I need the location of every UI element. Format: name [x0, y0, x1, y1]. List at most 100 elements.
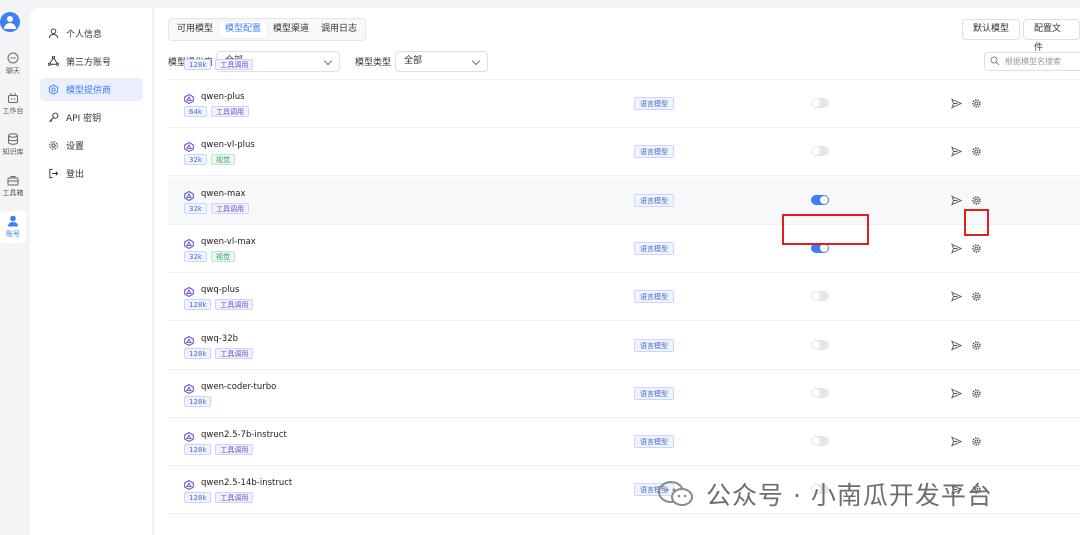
tag: 128k: [184, 59, 212, 70]
tag: 32k: [184, 250, 207, 262]
logout-icon: [49, 168, 59, 179]
tab-bar: 可用模型 模型配置 模型渠道 调用日志: [168, 18, 367, 41]
model-provider-icon: [48, 84, 59, 95]
tab-2[interactable]: 模型渠道: [267, 21, 315, 38]
model-type-badge: 语言模型: [634, 97, 674, 110]
gear-icon[interactable]: [971, 340, 982, 351]
sidebar-item-3[interactable]: API 密钥: [40, 106, 143, 129]
table-row: qwq-32b 128k 工具调用 语言模型: [168, 322, 1080, 370]
tag: 工具调用: [210, 106, 249, 117]
model-name: qwen-plus: [201, 92, 245, 102]
model-type-badge: 语言模型: [634, 435, 674, 449]
toolbox-icon: [7, 176, 19, 186]
send-icon[interactable]: [951, 291, 962, 302]
qwen-logo-icon: [184, 432, 194, 443]
qwen-logo-icon: [184, 238, 194, 249]
tag: 128k: [184, 444, 212, 456]
rail-item-2[interactable]: 知识库: [0, 133, 26, 157]
sidebar-item-0[interactable]: 个人信息: [40, 22, 143, 45]
avatar[interactable]: [0, 12, 20, 32]
model-tags: 128k 工具调用: [184, 347, 254, 359]
highlight-toggle-box: [782, 214, 869, 245]
sidebar-item-5[interactable]: 登出: [40, 162, 143, 185]
sidebar-item-label: 设置: [66, 142, 85, 152]
gear-icon[interactable]: [971, 146, 982, 157]
table-row: qwen-plus 64k 工具调用 语言模型: [168, 80, 1080, 128]
rail-item-0[interactable]: 聊天: [0, 52, 26, 76]
tag: 视觉: [210, 154, 235, 166]
enable-toggle[interactable]: [811, 387, 829, 398]
enable-toggle[interactable]: [811, 436, 829, 447]
send-icon[interactable]: [951, 388, 962, 399]
model-tags: 128k: [184, 395, 212, 407]
enable-toggle[interactable]: [811, 98, 829, 108]
model-type-badge: 语言模型: [634, 338, 674, 352]
tag: 工具调用: [215, 444, 254, 456]
gear-icon[interactable]: [971, 436, 982, 447]
model-tags: 128k 工具调用: [184, 444, 254, 456]
send-icon[interactable]: [951, 146, 962, 157]
gear-icon[interactable]: [971, 243, 982, 254]
tag: 128k: [184, 395, 212, 407]
rail-item-label: 聊天: [6, 67, 20, 75]
database-icon: [8, 133, 18, 145]
send-icon[interactable]: [951, 243, 962, 254]
tag: 32k: [184, 202, 207, 214]
rail-item-3[interactable]: 工具箱: [0, 174, 26, 198]
tag: 32k: [184, 154, 207, 166]
qwen-logo-icon: [184, 335, 194, 346]
sidebar-item-4[interactable]: 设置: [40, 134, 143, 157]
tag: 工具调用: [215, 299, 254, 311]
tag: 64k: [184, 106, 207, 117]
tag: 视觉: [210, 250, 235, 262]
model-name: qwen-vl-plus: [201, 140, 255, 151]
model-type-badge: 语言模型: [634, 193, 674, 207]
model-name: qwen-coder-turbo: [201, 381, 277, 392]
tab-1[interactable]: 模型配置: [219, 21, 268, 38]
model-tags: 128k 工具调用: [184, 492, 254, 504]
send-icon[interactable]: [951, 339, 962, 351]
gear-icon[interactable]: [971, 388, 982, 399]
enable-toggle[interactable]: [811, 339, 829, 350]
sidebar-item-label: 登出: [66, 170, 85, 180]
model-name: qwen2.5-14b-instruct: [201, 478, 293, 489]
tag: 工具调用: [215, 492, 254, 504]
model-name: qwen-max: [201, 188, 246, 199]
sidebar-item-label: 模型提供商: [66, 86, 112, 96]
tag: 工具调用: [215, 59, 254, 70]
model-name: qwen2.5-7b-instruct: [201, 430, 287, 441]
send-icon[interactable]: [951, 98, 962, 109]
sidebar-item-label: API 密钥: [66, 114, 102, 124]
sidebar-item-1[interactable]: 第三方账号: [40, 50, 143, 73]
rail-item-4[interactable]: 账号: [0, 211, 26, 243]
gear-icon[interactable]: [971, 291, 982, 302]
model-type-badge: 语言模型: [634, 386, 674, 400]
tag: 128k: [184, 347, 212, 359]
gear-icon: [49, 141, 58, 150]
sidebar-item-2[interactable]: 模型提供商: [40, 78, 143, 101]
rail-item-1[interactable]: 工作台: [0, 92, 26, 116]
watermark-text: 公众号 · 小南瓜开发平台: [706, 481, 993, 510]
key-icon: [49, 112, 59, 122]
model-name: qwen-vl-max: [201, 236, 256, 247]
rail-item-label: 工具箱: [2, 189, 24, 197]
default-model-button[interactable]: 默认模型: [962, 19, 1021, 40]
gear-icon[interactable]: [971, 98, 982, 109]
config-file-button[interactable]: 配置文件: [1023, 19, 1080, 53]
send-icon[interactable]: [951, 436, 962, 447]
tab-3[interactable]: 调用日志: [315, 21, 363, 38]
user-icon: [48, 28, 59, 39]
enable-toggle[interactable]: [811, 194, 829, 205]
tab-0[interactable]: 可用模型: [171, 21, 219, 38]
send-icon[interactable]: [951, 195, 962, 206]
settings-sidebar: 个人信息第三方账号模型提供商 API 密钥 设置登出: [30, 8, 152, 535]
model-tags: 32k 视觉: [184, 154, 235, 166]
rail-item-label: 工作台: [2, 107, 24, 115]
enable-toggle[interactable]: [811, 291, 829, 302]
gear-icon[interactable]: [971, 195, 982, 206]
rail-item-label: 知识库: [2, 148, 24, 156]
qwen-logo-icon: [184, 287, 194, 298]
qwen-logo-icon: [184, 383, 194, 394]
model-name: qwq-plus: [201, 285, 240, 296]
enable-toggle[interactable]: [811, 146, 829, 157]
